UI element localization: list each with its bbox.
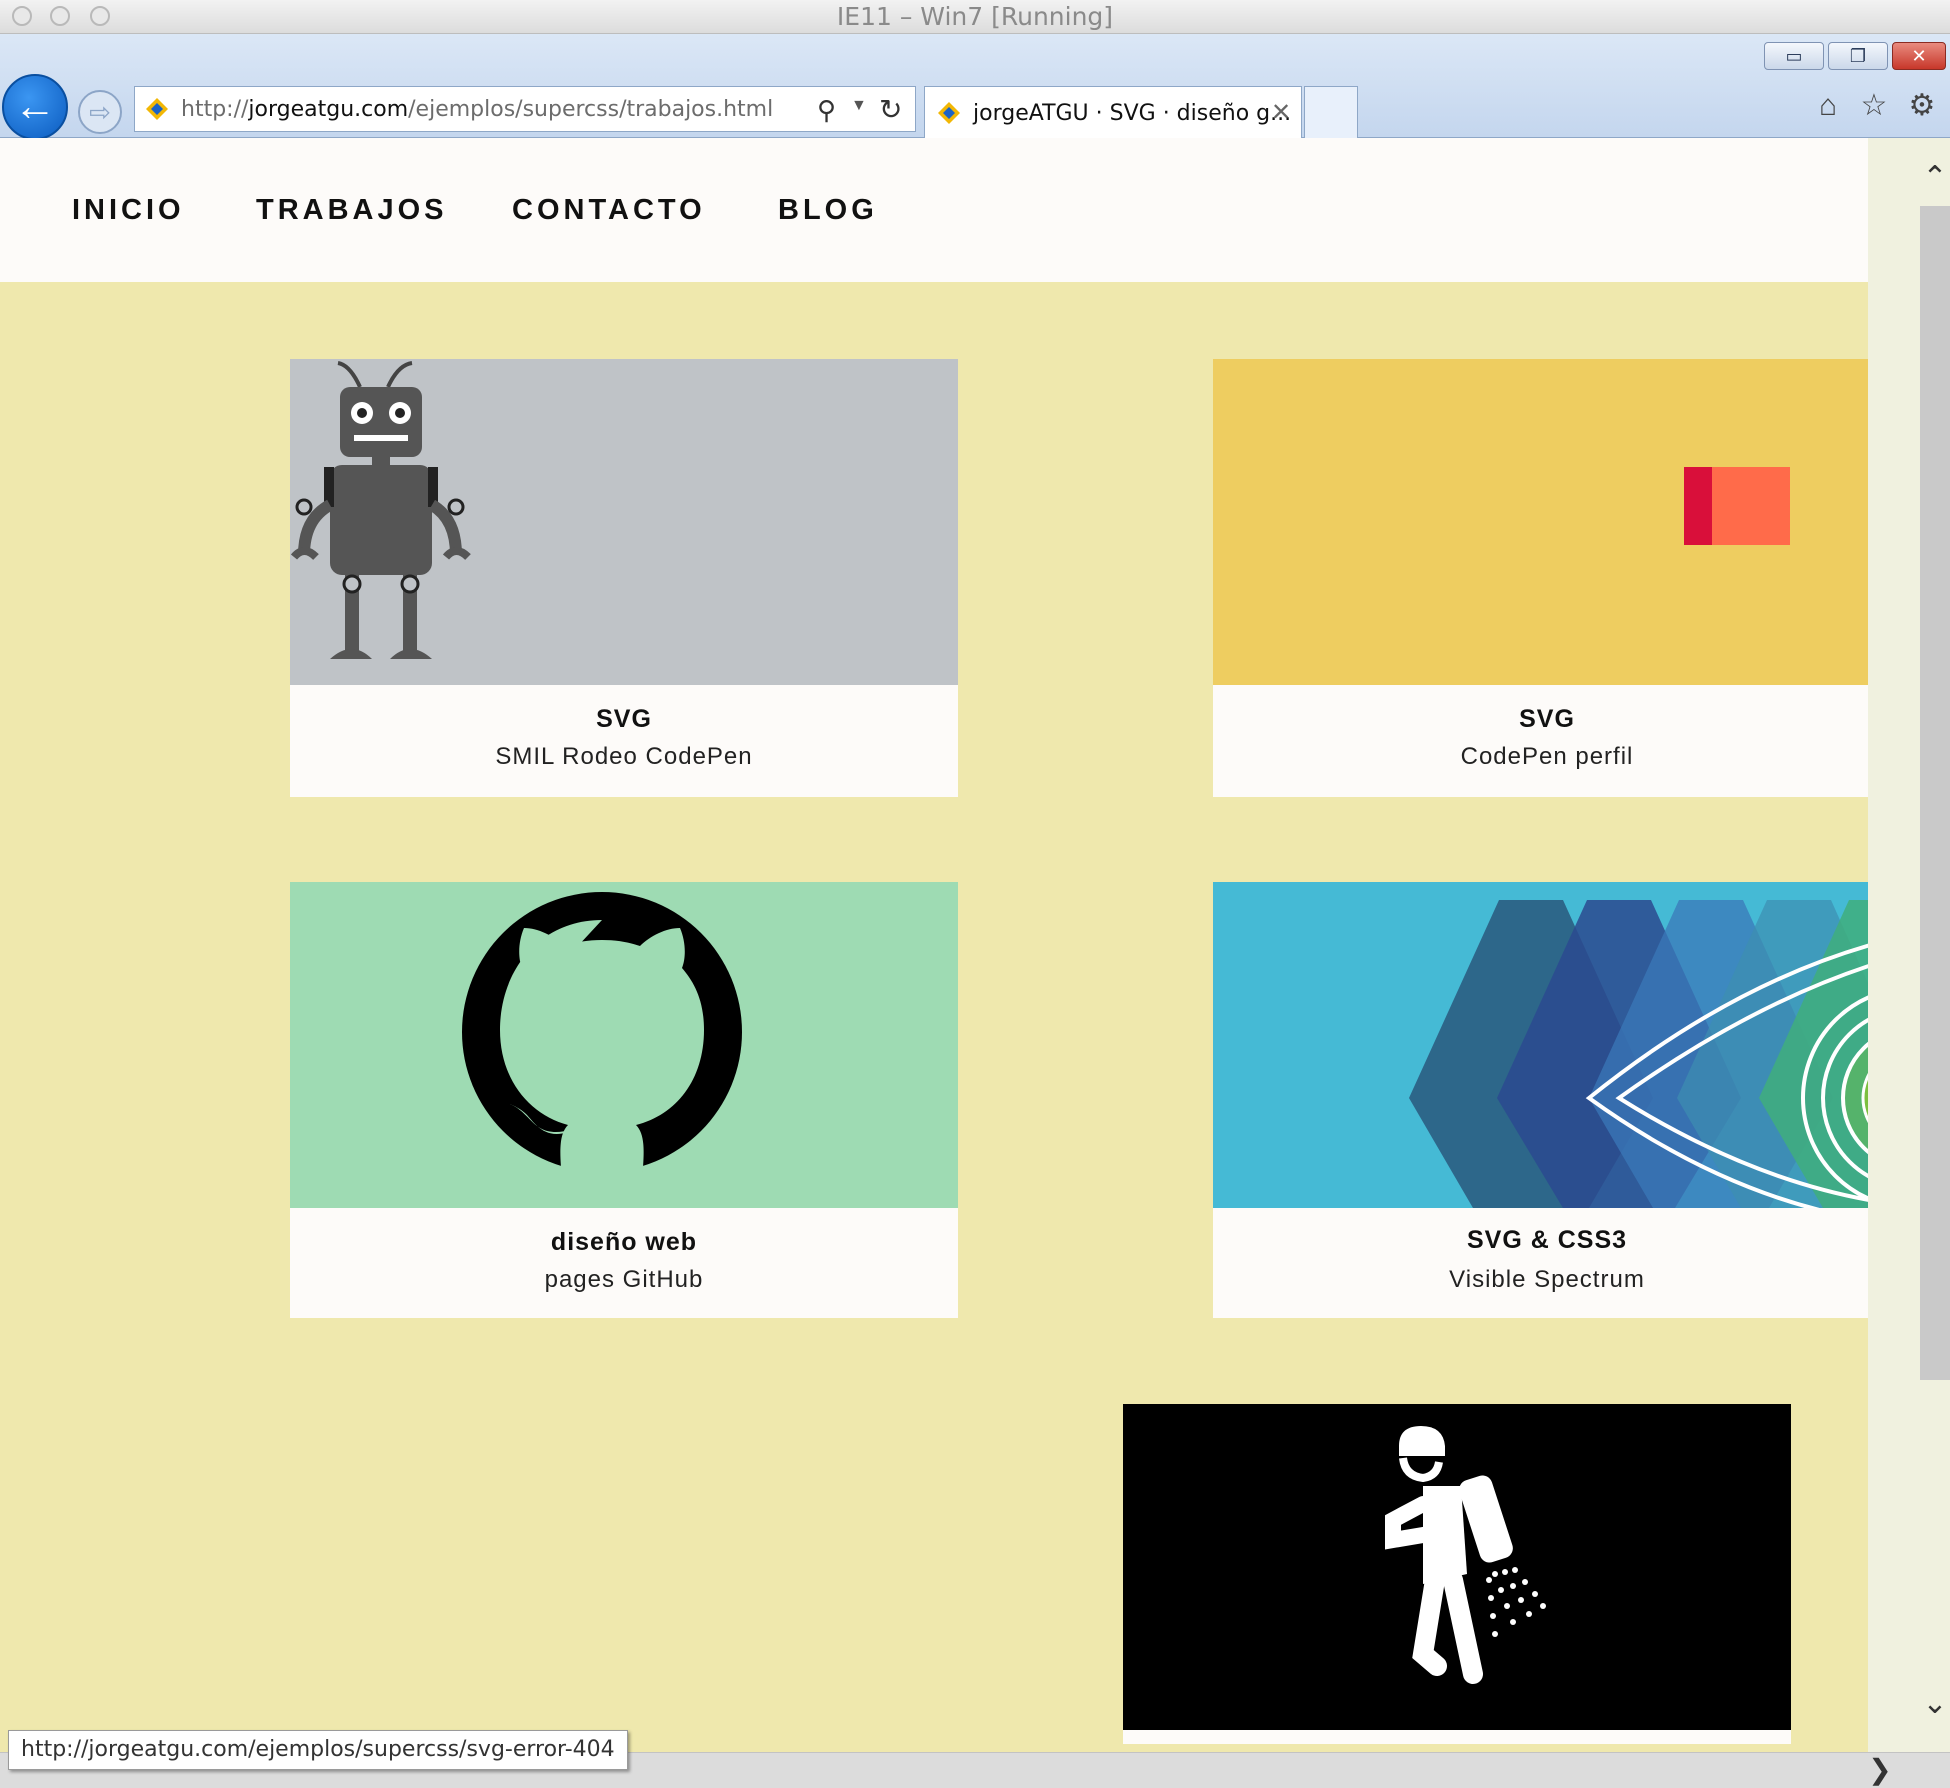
restore-button[interactable]: ❐ [1828, 42, 1888, 70]
card-subtitle: SMIL Rodeo CodePen [495, 743, 753, 770]
search-icon[interactable]: ⚲ [817, 95, 847, 125]
github-octocat-icon [462, 892, 742, 1180]
spray-man-illustration-icon [1385, 1426, 1546, 1684]
close-button[interactable]: ✕ [1892, 42, 1946, 70]
home-icon[interactable]: ⌂ [1810, 88, 1846, 124]
new-tab-button[interactable] [1304, 86, 1358, 138]
tab-favicon-icon [938, 102, 960, 124]
tab-title: jorgeATGU · SVG · diseño g... [973, 101, 1292, 126]
refresh-icon[interactable]: ↻ [879, 93, 902, 126]
url-prefix: http:// [181, 97, 249, 122]
url-path: /ejemplos/supercss/trabajos.html [408, 97, 774, 122]
gear-icon[interactable]: ⚙ [1904, 88, 1940, 124]
tab-active[interactable]: jorgeATGU · SVG · diseño g... ✕ [924, 86, 1302, 138]
scroll-down-icon[interactable]: ⌄ [1920, 1686, 1950, 1726]
chevron-down-icon[interactable]: ▼ [851, 97, 867, 115]
window-title: IE11 – Win7 [Running] [836, 2, 1114, 31]
back-button[interactable]: ← [2, 74, 68, 140]
nav-item-contacto[interactable]: CONTACTO [512, 190, 706, 230]
card-subtitle: pages GitHub [544, 1266, 704, 1293]
scroll-right-icon[interactable]: ❯ [1862, 1752, 1898, 1788]
card-title: SVG [596, 705, 652, 733]
scroll-up-icon[interactable]: ⌃ [1920, 160, 1950, 200]
card-media [1213, 359, 1868, 685]
card-media [290, 359, 958, 685]
card-subtitle: CodePen perfil [1460, 743, 1634, 770]
vertical-scrollbar-thumb[interactable] [1920, 206, 1950, 1380]
nav-item-trabajos[interactable]: TRABAJOS [256, 190, 448, 230]
spectrum-illustration-icon [1409, 900, 1868, 1208]
tab-close-icon[interactable]: ✕ [1271, 87, 1291, 139]
site-favicon-icon [146, 98, 168, 120]
card-media [1123, 1404, 1791, 1730]
work-card[interactable]: SVG & CSS3 Visible Spectrum [1213, 882, 1868, 1318]
work-card[interactable]: SVG CodePen perfil [1213, 359, 1868, 797]
card-title: SVG & CSS3 [1466, 1226, 1628, 1254]
nav-item-inicio[interactable]: INICIO [72, 190, 185, 230]
card-media [290, 882, 958, 1208]
card-title: SVG [1519, 705, 1575, 733]
forward-arrow-icon: ⇨ [89, 97, 111, 127]
work-card[interactable] [1123, 1404, 1791, 1744]
squares-illustration-icon [1684, 467, 1790, 545]
minimize-button[interactable]: ▭ [1764, 42, 1824, 70]
address-url[interactable]: http://jorgeatgu.com/ejemplos/supercss/t… [181, 87, 773, 133]
url-domain: jorgeatgu.com [248, 97, 409, 122]
card-title: diseño web [550, 1228, 698, 1256]
card-subtitle: Visible Spectrum [1449, 1266, 1645, 1293]
nav-item-blog[interactable]: BLOG [778, 190, 878, 230]
link-status-tooltip: http://jorgeatgu.com/ejemplos/supercss/s… [8, 1730, 628, 1770]
site-nav: INICIO TRABAJOS CONTACTO BLOG [0, 138, 1868, 282]
work-card[interactable]: SVG SMIL Rodeo CodePen [290, 359, 958, 797]
back-arrow-icon: ← [14, 82, 56, 129]
address-bar[interactable]: http://jorgeatgu.com/ejemplos/supercss/t… [134, 86, 916, 132]
card-media [1213, 882, 1868, 1208]
star-icon[interactable]: ☆ [1856, 88, 1892, 124]
page-viewport: INICIO TRABAJOS CONTACTO BLOG SVG SMIL R… [0, 138, 1868, 1752]
robot-illustration-icon [290, 361, 471, 659]
work-card[interactable]: diseño web pages GitHub [290, 882, 958, 1318]
forward-button[interactable]: ⇨ [78, 90, 122, 134]
